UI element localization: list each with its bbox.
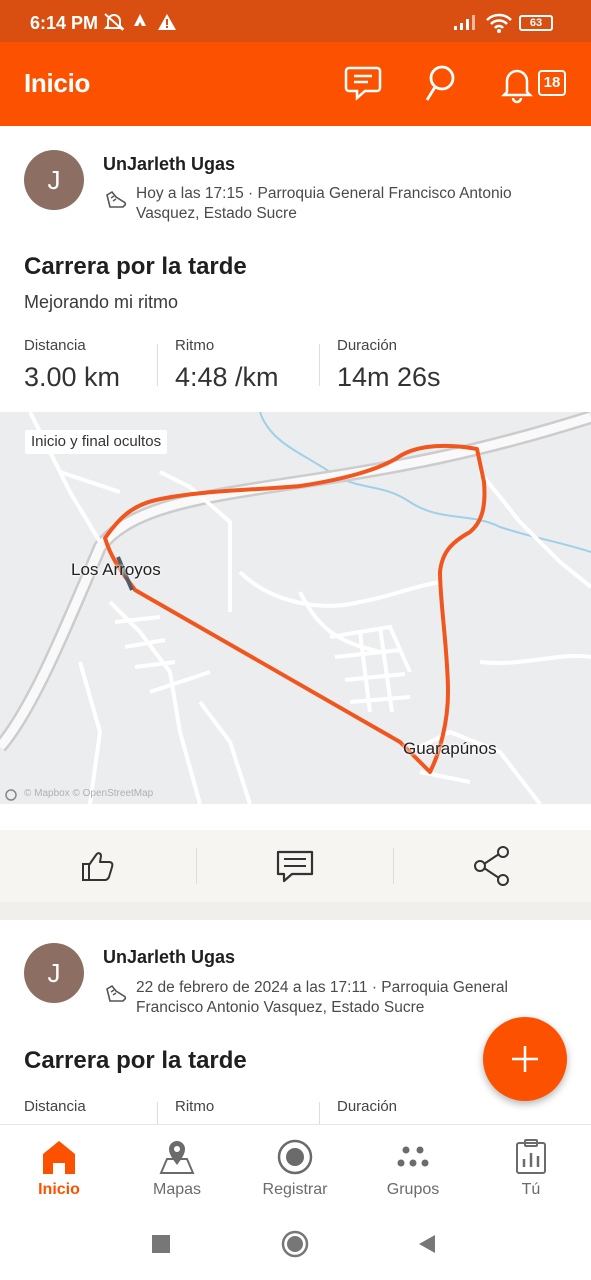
add-activity-fab[interactable] [483, 1017, 567, 1101]
plus-icon [512, 1046, 538, 1072]
athlete-name[interactable]: UnJarleth Ugas [103, 947, 235, 968]
map-place-label: Guarapúnos [403, 739, 497, 758]
map-pin-icon [159, 1141, 195, 1174]
home-icon [43, 1141, 75, 1174]
athlete-avatar[interactable]: J [24, 150, 84, 210]
page-title: Inicio [24, 68, 91, 98]
recent-apps-icon[interactable] [151, 1234, 171, 1254]
stat-divider [319, 344, 320, 386]
record-icon [277, 1139, 313, 1175]
nav-label: Tú [521, 1181, 541, 1198]
system-navigation-bar [0, 1210, 591, 1280]
stat-divider [157, 1102, 158, 1124]
activity-meta-line: Hoy a las 17:15 · Parroquia General Fran… [136, 185, 512, 202]
stat-label-duration: Duración [337, 337, 398, 354]
stat-label-pace: Ritmo [175, 337, 215, 354]
nav-label: Inicio [38, 1181, 80, 1198]
athlete-avatar[interactable]: J [24, 943, 84, 1003]
action-divider [393, 848, 394, 884]
activity-title[interactable]: Carrera por la tarde [24, 253, 247, 281]
nav-item-groups[interactable]: Grupos [354, 1125, 472, 1211]
feed-separator [0, 902, 591, 920]
battery-icon: 63 [519, 15, 553, 31]
stat-label-duration: Duración [337, 1098, 398, 1115]
home-circle-icon[interactable] [281, 1230, 309, 1258]
status-bar: 6:14 PM 63 [0, 0, 591, 42]
activity-route [103, 443, 487, 774]
activity-meta: Hoy a las 17:15 · Parroquia General Fran… [136, 184, 556, 224]
run-shoe-icon [106, 984, 127, 1002]
activity-actions [0, 830, 591, 902]
app-bar: Inicio [0, 42, 591, 126]
run-shoe-icon [106, 190, 127, 208]
comment-icon[interactable] [271, 842, 319, 890]
route-map[interactable]: Los Arroyos Guarapúnos © Mapbox © OpenSt… [0, 412, 591, 804]
wifi-icon [486, 13, 512, 33]
groups-icon [397, 1146, 429, 1167]
warning-icon [158, 14, 176, 30]
strava-notification-icon [134, 14, 146, 26]
kudos-thumbs-up-icon[interactable] [74, 842, 122, 890]
notification-count-badge: 18 [538, 70, 566, 96]
activity-meta-line: Vasquez, Estado Sucre [136, 205, 297, 222]
nav-label: Mapas [152, 1181, 202, 1198]
nav-item-you[interactable]: Tú [472, 1125, 590, 1211]
stat-label-distance: Distancia [24, 337, 86, 354]
map-attribution: © Mapbox © OpenStreetMap [24, 788, 154, 799]
battery-level: 63 [529, 17, 543, 29]
activity-meta-line: 22 de febrero de 2024 a las 17:11 · Parr… [136, 979, 508, 996]
activity-meta-line: Francisco Antonio Vasquez, Estado Sucre [136, 999, 425, 1016]
stat-value-distance: 3.00 km [24, 362, 121, 392]
stat-label-distance: Distancia [24, 1098, 86, 1115]
stat-value-pace: 4:48 /km [175, 362, 279, 392]
map-streets [28, 412, 591, 804]
search-icon[interactable] [422, 64, 458, 104]
silent-icon [103, 13, 125, 31]
activity-title[interactable]: Carrera por la tarde [24, 1047, 247, 1075]
hidden-start-end-chip: Inicio y final ocultos [25, 430, 168, 454]
athlete-name[interactable]: UnJarleth Ugas [103, 154, 235, 175]
bottom-navigation: Inicio Mapas Registrar Grupos Tú [0, 1124, 591, 1211]
nav-item-home[interactable]: Inicio [0, 1125, 118, 1211]
map-canvas [0, 412, 591, 804]
stat-divider [319, 1102, 320, 1124]
nav-label: Grupos [386, 1181, 440, 1198]
nav-item-maps[interactable]: Mapas [118, 1125, 236, 1211]
activity-description: Mejorando mi ritmo [24, 292, 179, 312]
messages-icon[interactable] [343, 64, 383, 102]
nav-label: Registrar [262, 1181, 328, 1198]
status-time: 6:14 PM [30, 13, 99, 33]
share-icon[interactable] [468, 842, 516, 890]
action-divider [196, 848, 197, 884]
stat-divider [157, 344, 158, 386]
activity-meta: 22 de febrero de 2024 a las 17:11 · Parr… [136, 978, 556, 1018]
signal-icon [454, 15, 475, 30]
stat-value-duration: 14m 26s [337, 362, 441, 392]
nav-item-record[interactable]: Registrar [236, 1125, 354, 1211]
map-place-label: Los Arroyos [71, 560, 161, 579]
mapbox-logo-icon [5, 789, 17, 801]
notifications-bell-icon[interactable] [499, 64, 535, 104]
back-icon[interactable] [417, 1234, 437, 1254]
profile-stats-icon [516, 1139, 546, 1174]
stat-label-pace: Ritmo [175, 1098, 215, 1115]
